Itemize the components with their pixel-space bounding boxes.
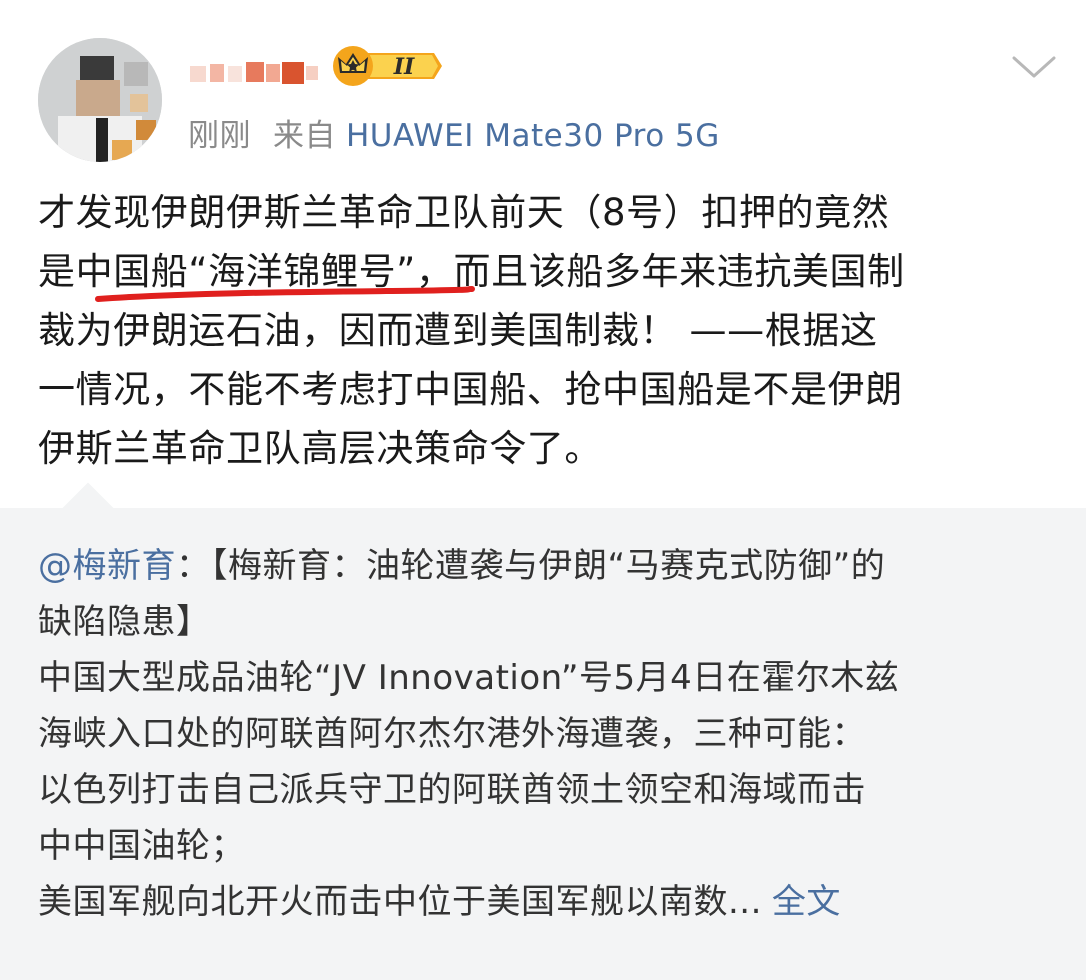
post-meta: 刚刚 来自 HUAWEI Mate30 Pro 5G (188, 110, 720, 155)
mention-link[interactable]: @梅新育 (38, 546, 176, 586)
badge-level-text: II (393, 54, 415, 80)
avatar[interactable] (38, 38, 162, 162)
quoted-line: 以色列打击自己派兵守卫的阿联酋领土领空和海域而击 (38, 770, 866, 810)
red-underline-annotation (95, 286, 475, 302)
post-header: II 刚刚 来自 HUAWEI Mate30 Pro 5G (0, 0, 1086, 170)
post-body-line: 裁为伊朗运石油，因而遭到美国制裁！ ——根据这 (38, 309, 878, 352)
crown-badge-icon: II (333, 46, 442, 86)
quoted-line: 缺陷隐患】 (38, 602, 211, 642)
quoted-line-text: 美国军舰向北开火而击中位于美国军舰以南数... (38, 882, 762, 922)
quoted-line-text: ：【梅新育：油轮遭袭与伊朗“马赛克式防御”的 (176, 546, 886, 586)
post-body-line: 才发现伊朗伊斯兰革命卫队前天（8号）扣押的竟然 (38, 191, 890, 234)
post-body-line: 伊斯兰革命卫队高层决策命令了。 (38, 427, 602, 470)
quoted-line: 中国大型成品油轮“JV Innovation”号5月4日在霍尔木兹 (38, 658, 900, 698)
post-body: 才发现伊朗伊斯兰革命卫队前天（8号）扣押的竟然 是中国船“海洋锦鲤号”，而且该船… (38, 183, 1053, 478)
chevron-down-icon[interactable] (1010, 52, 1058, 82)
quoted-line: 海峡入口处的阿联酋阿尔杰尔港外海遭袭，三种可能： (38, 714, 866, 754)
source-device-link[interactable]: HUAWEI Mate30 Pro 5G (346, 118, 720, 154)
post-timestamp: 刚刚 (188, 118, 251, 154)
quoted-post-body[interactable]: @梅新育：【梅新育：油轮遭袭与伊朗“马赛克式防御”的 缺陷隐患】 中国大型成品油… (38, 538, 1050, 930)
quoted-line: 中中国油轮； (38, 826, 245, 866)
quoted-first-line: @梅新育：【梅新育：油轮遭袭与伊朗“马赛克式防御”的 (38, 538, 1050, 594)
post-body-line: 一情况，不能不考虑打中国船、抢中国船是不是伊朗 (38, 368, 903, 411)
quoted-last-line: 美国军舰向北开火而击中位于美国军舰以南数... 全文 (38, 874, 1050, 930)
source-prefix: 来自 (273, 118, 336, 154)
username-blurred[interactable] (190, 50, 320, 90)
full-text-link[interactable]: 全文 (772, 882, 841, 922)
